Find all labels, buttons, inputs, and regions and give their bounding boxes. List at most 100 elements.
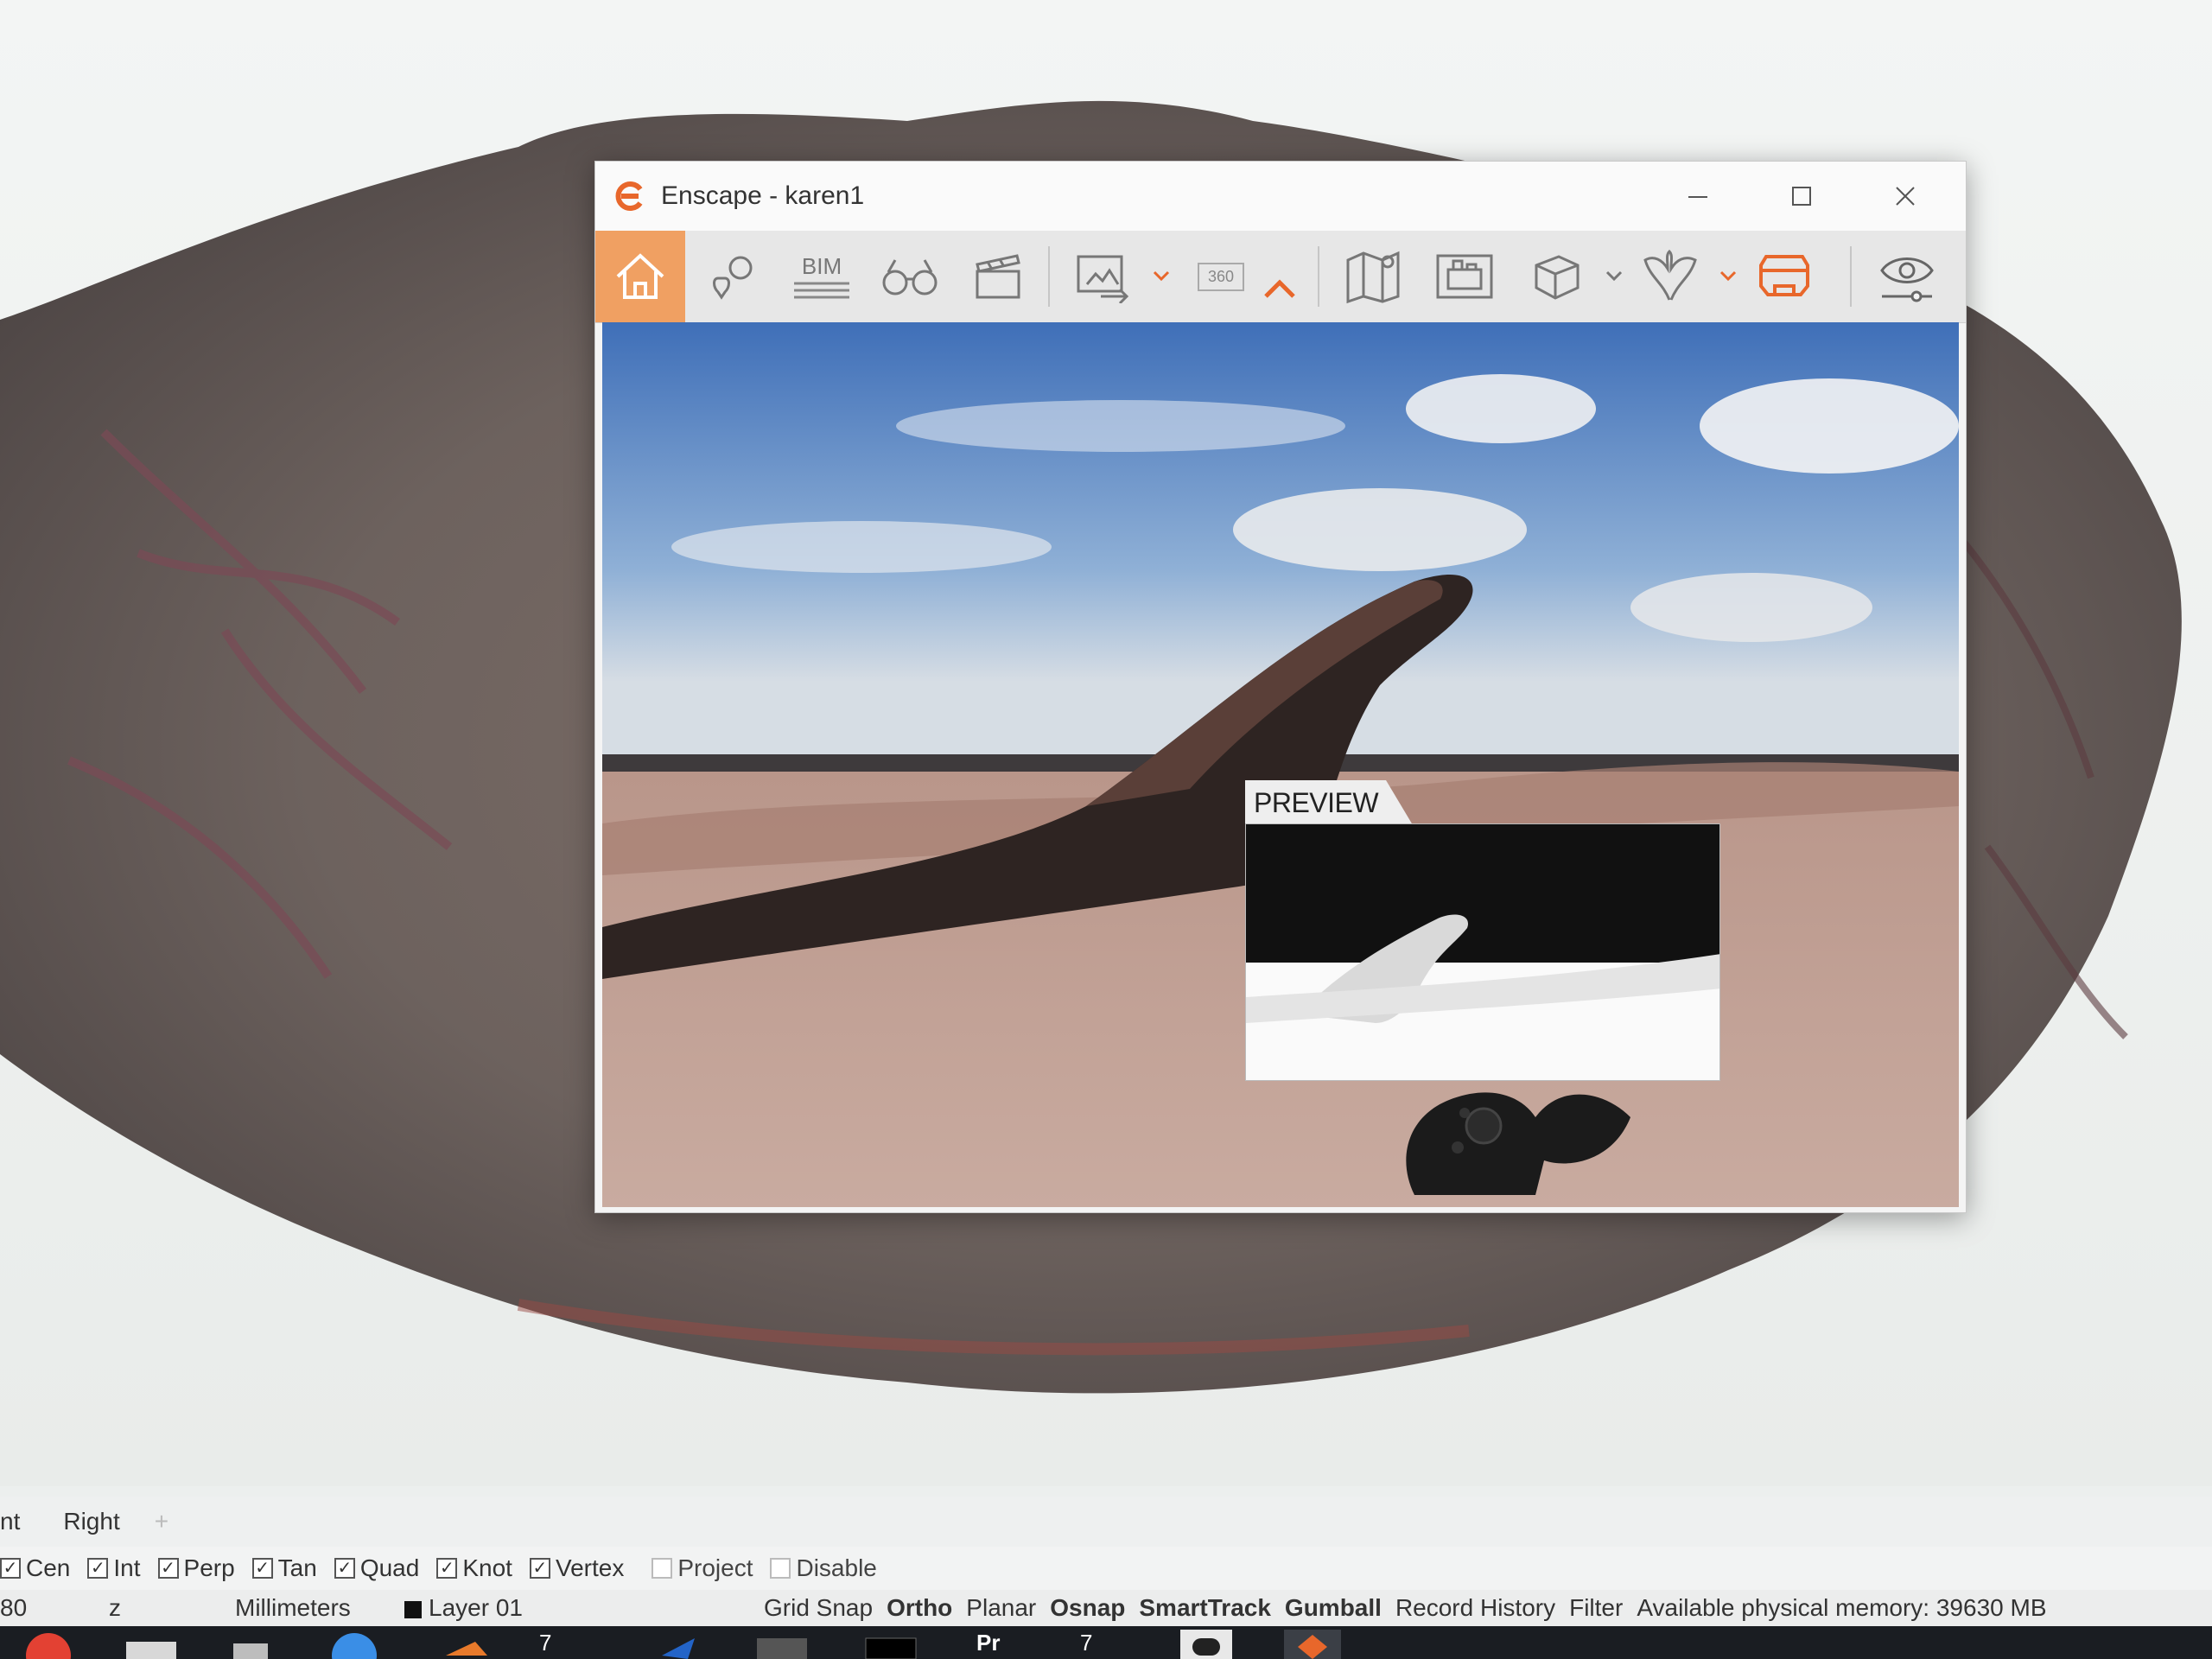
location-pin-icon bbox=[713, 256, 753, 300]
map-button[interactable] bbox=[1332, 231, 1414, 322]
clapperboard-icon bbox=[976, 254, 1020, 299]
record-history-toggle[interactable]: Record History bbox=[1395, 1594, 1555, 1622]
osnap-checkbox[interactable]: ✓ bbox=[0, 1558, 21, 1579]
osnap-bar: ✓ Cen ✓ Int ✓ Perp ✓ Tan ✓ Quad ✓ Knot ✓ Vertex Projec… bbox=[0, 1547, 2212, 1590]
maximize-icon bbox=[1792, 187, 1811, 206]
osnap-checkbox[interactable]: ✓ bbox=[87, 1558, 109, 1579]
panorama-label: 360 bbox=[1197, 262, 1245, 291]
osnap-label: Knot bbox=[462, 1554, 512, 1581]
bim-button[interactable]: BIM bbox=[780, 231, 863, 322]
export-dropdown-chevron-icon[interactable] bbox=[1152, 265, 1171, 286]
cube-icon bbox=[1535, 255, 1580, 300]
preview-image bbox=[1245, 823, 1720, 1081]
chrome-taskbar-icon[interactable] bbox=[22, 1630, 74, 1659]
osnap-checkbox[interactable]: ✓ bbox=[157, 1558, 179, 1579]
osnap-label: Int bbox=[113, 1554, 141, 1581]
osnap-vertex[interactable]: ✓ Vertex bbox=[529, 1554, 624, 1582]
upload-dropdown-chevron-icon[interactable] bbox=[1719, 265, 1738, 286]
maximize-button[interactable] bbox=[1750, 162, 1853, 231]
osnap-cen[interactable]: ✓ Cen bbox=[0, 1554, 70, 1582]
arrow-app-taskbar-icon[interactable] bbox=[441, 1630, 493, 1659]
osnap-checkbox[interactable]: ✓ bbox=[436, 1558, 458, 1579]
calculator-taskbar-icon[interactable] bbox=[752, 1630, 812, 1659]
oculus-taskbar-icon[interactable] bbox=[1180, 1630, 1232, 1659]
premiere-label: Pr bbox=[976, 1630, 1001, 1656]
bim-lines-icon bbox=[794, 282, 849, 298]
terminal-taskbar-icon[interactable] bbox=[861, 1630, 921, 1659]
add-tab-button[interactable]: + bbox=[155, 1508, 168, 1535]
asset-library-button[interactable] bbox=[1423, 231, 1506, 322]
osnap-checkbox[interactable]: ✓ bbox=[529, 1558, 550, 1579]
status-bar: 80 z Millimeters Layer 01 Grid Snap Orth… bbox=[0, 1590, 2212, 1626]
osnap-perp[interactable]: ✓ Perp bbox=[157, 1554, 235, 1582]
layer-indicator[interactable]: Layer 01 bbox=[404, 1594, 750, 1622]
vr-controller bbox=[1406, 1092, 1630, 1195]
binoculars-button[interactable] bbox=[868, 231, 951, 322]
home-button[interactable] bbox=[595, 231, 685, 322]
tab-front-partial[interactable]: nt bbox=[0, 1508, 20, 1535]
objects-button[interactable] bbox=[1515, 231, 1598, 322]
gumball-toggle[interactable]: Gumball bbox=[1285, 1594, 1382, 1622]
home-icon bbox=[616, 253, 664, 299]
visual-settings-button[interactable] bbox=[1866, 231, 1948, 322]
osnap-checkbox[interactable]: ✓ bbox=[251, 1558, 273, 1579]
enscape-render-view[interactable]: PREVIEW bbox=[602, 322, 1959, 1207]
ortho-toggle[interactable]: Ortho bbox=[887, 1594, 952, 1622]
close-button[interactable] bbox=[1853, 162, 1957, 231]
grid-snap-toggle[interactable]: Grid Snap bbox=[764, 1594, 873, 1622]
filter-button[interactable]: Filter bbox=[1569, 1594, 1623, 1622]
osnap-disable[interactable]: Disable bbox=[770, 1554, 877, 1582]
enscape-toolbar: BIM 360 bbox=[595, 231, 1966, 323]
planar-toggle[interactable]: Planar bbox=[966, 1594, 1036, 1622]
rhino-taskbar-icon-2[interactable]: 7 bbox=[1080, 1630, 1092, 1659]
eye-slider-icon bbox=[1880, 257, 1934, 302]
coordinate-readout: 80 bbox=[0, 1594, 28, 1621]
smarttrack-toggle[interactable]: SmartTrack bbox=[1139, 1594, 1271, 1622]
vr-headset-icon bbox=[1759, 255, 1809, 296]
osnap-label: Disable bbox=[796, 1554, 877, 1581]
export-button[interactable] bbox=[1062, 231, 1145, 322]
binoculars-icon bbox=[882, 259, 938, 296]
app-taskbar-icon[interactable] bbox=[225, 1630, 276, 1659]
rhino-taskbar-icon-1[interactable]: 7 bbox=[539, 1630, 551, 1659]
osnap-int[interactable]: ✓ Int bbox=[87, 1554, 141, 1582]
enscape-logo-icon bbox=[615, 181, 643, 211]
video-editor-button[interactable] bbox=[957, 231, 1039, 322]
bim-label: BIM bbox=[801, 252, 842, 279]
memory-readout: Available physical memory: 39630 MB bbox=[1637, 1594, 2047, 1621]
osnap-knot[interactable]: ✓ Knot bbox=[436, 1554, 512, 1582]
objects-dropdown-chevron-icon[interactable] bbox=[1605, 265, 1624, 286]
osnap-checkbox[interactable] bbox=[652, 1558, 673, 1579]
collapse-toolbar-chevron-icon[interactable] bbox=[1261, 276, 1299, 302]
osnap-project[interactable]: Project bbox=[652, 1554, 753, 1582]
enscape-window[interactable]: Enscape - karen1 BIM 360 PREVIEW bbox=[594, 161, 1967, 1213]
map-icon bbox=[1346, 251, 1400, 304]
osnap-label: Tan bbox=[277, 1554, 317, 1581]
osnap-quad[interactable]: ✓ Quad bbox=[334, 1554, 420, 1582]
premiere-taskbar-icon[interactable]: Pr bbox=[976, 1630, 1000, 1659]
osnap-label: Perp bbox=[183, 1554, 235, 1581]
preview-panel: PREVIEW bbox=[1245, 780, 1720, 1081]
upload-button[interactable] bbox=[1629, 231, 1712, 322]
preview-label: PREVIEW bbox=[1245, 780, 1414, 825]
layer-color-swatch bbox=[404, 1600, 422, 1618]
osnap-checkbox[interactable] bbox=[770, 1558, 791, 1579]
vr-headset-button[interactable] bbox=[1743, 231, 1826, 322]
osnap-tan[interactable]: ✓ Tan bbox=[251, 1554, 317, 1582]
minimize-button[interactable] bbox=[1646, 162, 1750, 231]
rhino-version-badge-1: 7 bbox=[539, 1630, 552, 1656]
osnap-label: Quad bbox=[359, 1554, 420, 1581]
enscape-taskbar-icon[interactable] bbox=[1284, 1630, 1341, 1659]
units-label[interactable]: Millimeters bbox=[235, 1594, 391, 1622]
file-explorer-taskbar-icon[interactable] bbox=[121, 1630, 181, 1659]
browser-taskbar-icon[interactable] bbox=[328, 1630, 380, 1659]
osnap-checkbox[interactable]: ✓ bbox=[334, 1558, 355, 1579]
osnap-toggle[interactable]: Osnap bbox=[1050, 1594, 1125, 1622]
views-button[interactable] bbox=[692, 231, 775, 322]
tab-right[interactable]: Right bbox=[63, 1508, 119, 1535]
panorama-button[interactable]: 360 bbox=[1179, 231, 1262, 322]
viewport-tabs: nt Right + bbox=[0, 1497, 2212, 1547]
title-bar[interactable]: Enscape - karen1 bbox=[595, 162, 1966, 231]
blue-app-taskbar-icon[interactable] bbox=[657, 1630, 700, 1659]
minimize-icon bbox=[1688, 196, 1707, 198]
